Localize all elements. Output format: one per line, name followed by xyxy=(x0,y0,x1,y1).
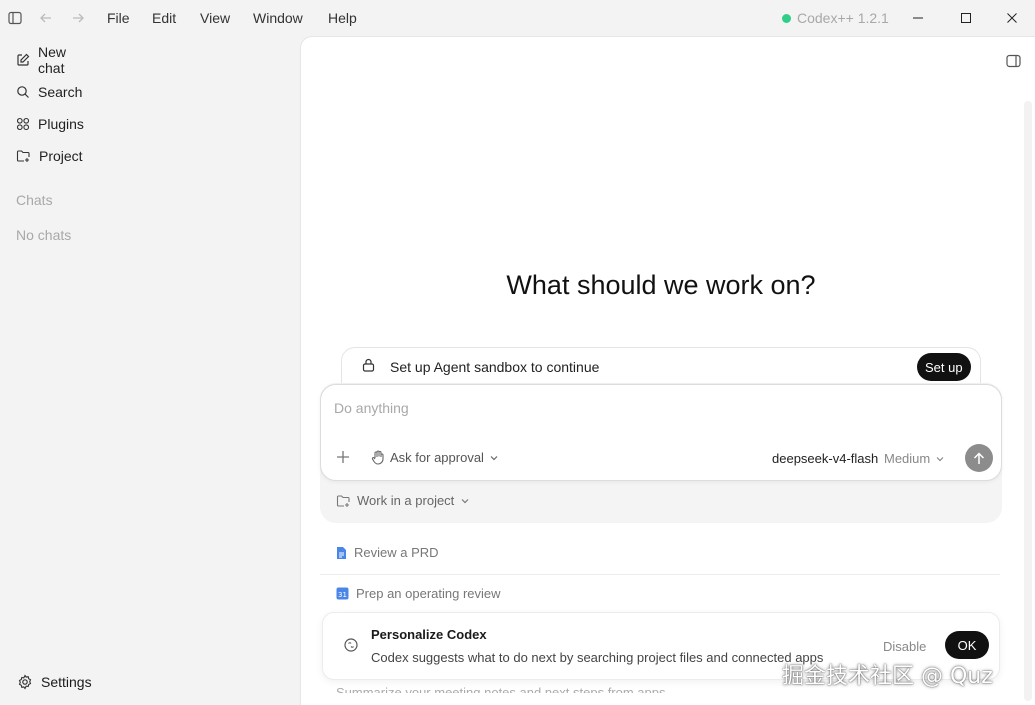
minimize-button[interactable] xyxy=(906,7,930,29)
doc-icon xyxy=(337,546,346,559)
sidebar-item-new-chat[interactable]: New chat xyxy=(8,44,96,76)
plus-icon[interactable] xyxy=(335,449,351,468)
folder-add-icon xyxy=(16,150,30,162)
watermark: 掘金技术社区 @ Quz xyxy=(782,664,993,689)
sidebar: New chat Search Plugins Project Chats No… xyxy=(0,36,300,705)
ok-button[interactable]: OK xyxy=(945,631,989,659)
divider xyxy=(320,574,1000,575)
approval-dropdown[interactable]: Ask for approval xyxy=(371,450,499,465)
send-button[interactable] xyxy=(965,444,993,472)
menu-file[interactable]: File xyxy=(107,10,130,26)
sidebar-item-label: Search xyxy=(38,84,83,100)
sidebar-toggle-icon[interactable] xyxy=(6,9,24,27)
suggestion-label: Review a PRD xyxy=(354,545,439,560)
approval-label: Ask for approval xyxy=(390,450,484,465)
gear-icon xyxy=(18,674,32,690)
suggestion-item-partial: Summarize your meeting notes and next st… xyxy=(336,685,666,693)
sidebar-item-plugins[interactable]: Plugins xyxy=(8,110,96,138)
project-picker[interactable]: Work in a project xyxy=(336,493,470,508)
menu-help[interactable]: Help xyxy=(328,10,357,26)
hand-icon xyxy=(371,450,384,465)
chevron-down-icon xyxy=(461,498,469,503)
composer: Do anything Ask for approval deepseek-v4… xyxy=(320,384,1002,481)
search-icon xyxy=(17,86,29,98)
suggestion-item[interactable]: 31 Prep an operating review xyxy=(336,586,501,601)
sidebar-item-label: Plugins xyxy=(38,116,84,132)
prompt-input[interactable]: Do anything xyxy=(334,400,409,416)
effort-dropdown[interactable]: Medium xyxy=(884,451,945,466)
menu-window[interactable]: Window xyxy=(253,10,303,26)
menu-edit[interactable]: Edit xyxy=(152,10,176,26)
maximize-button[interactable] xyxy=(954,7,978,29)
grid-icon xyxy=(16,117,30,131)
title-bar: File Edit View Window Help Codex++ 1.2.1 xyxy=(0,0,1035,36)
status-dot xyxy=(782,13,791,23)
suggestion-item[interactable]: Review a PRD xyxy=(336,545,439,560)
chevron-down-icon xyxy=(490,455,498,460)
back-arrow-icon[interactable] xyxy=(37,9,55,27)
chevron-down-icon xyxy=(936,456,944,461)
toast-description: Codex suggests what to do next by search… xyxy=(371,650,824,665)
settings-label: Settings xyxy=(41,674,92,690)
suggestion-label: Prep an operating review xyxy=(356,586,501,601)
project-picker-label: Work in a project xyxy=(357,493,455,508)
setup-button[interactable]: Set up xyxy=(917,353,971,381)
sparkle-icon xyxy=(343,637,359,656)
arrow-up-icon xyxy=(973,451,985,464)
sidebar-item-project[interactable]: Project xyxy=(8,142,96,170)
sandbox-text: Set up Agent sandbox to continue xyxy=(390,359,600,375)
app-version-label: Codex++ 1.2.1 xyxy=(797,10,889,26)
no-chats-text: No chats xyxy=(16,227,72,243)
close-button[interactable] xyxy=(1000,7,1024,29)
model-selector[interactable]: deepseek-v4-flash xyxy=(772,451,878,466)
sidebar-item-search[interactable]: Search xyxy=(8,78,96,106)
sidebar-item-label: Project xyxy=(39,148,83,164)
chats-heading: Chats xyxy=(16,192,53,208)
effort-label: Medium xyxy=(884,451,931,466)
settings-button[interactable]: Settings xyxy=(8,668,108,696)
lock-icon xyxy=(362,358,375,375)
menu-view[interactable]: View xyxy=(200,10,230,26)
page-title: What should we work on? xyxy=(506,270,816,300)
panel-toggle-icon[interactable] xyxy=(1004,52,1022,70)
folder-add-icon xyxy=(336,494,350,507)
toast-title: Personalize Codex xyxy=(371,627,487,642)
app-status: Codex++ 1.2.1 xyxy=(782,10,889,26)
scrollbar[interactable] xyxy=(1024,101,1032,701)
disable-button[interactable]: Disable xyxy=(883,639,926,654)
svg-text:31: 31 xyxy=(338,591,347,599)
calendar-icon: 31 xyxy=(336,587,349,600)
main-panel: What should we work on? Set up Agent san… xyxy=(300,36,1035,705)
edit-icon xyxy=(17,53,30,66)
sidebar-item-label: New chat xyxy=(38,44,67,76)
forward-arrow-icon[interactable] xyxy=(69,9,87,27)
